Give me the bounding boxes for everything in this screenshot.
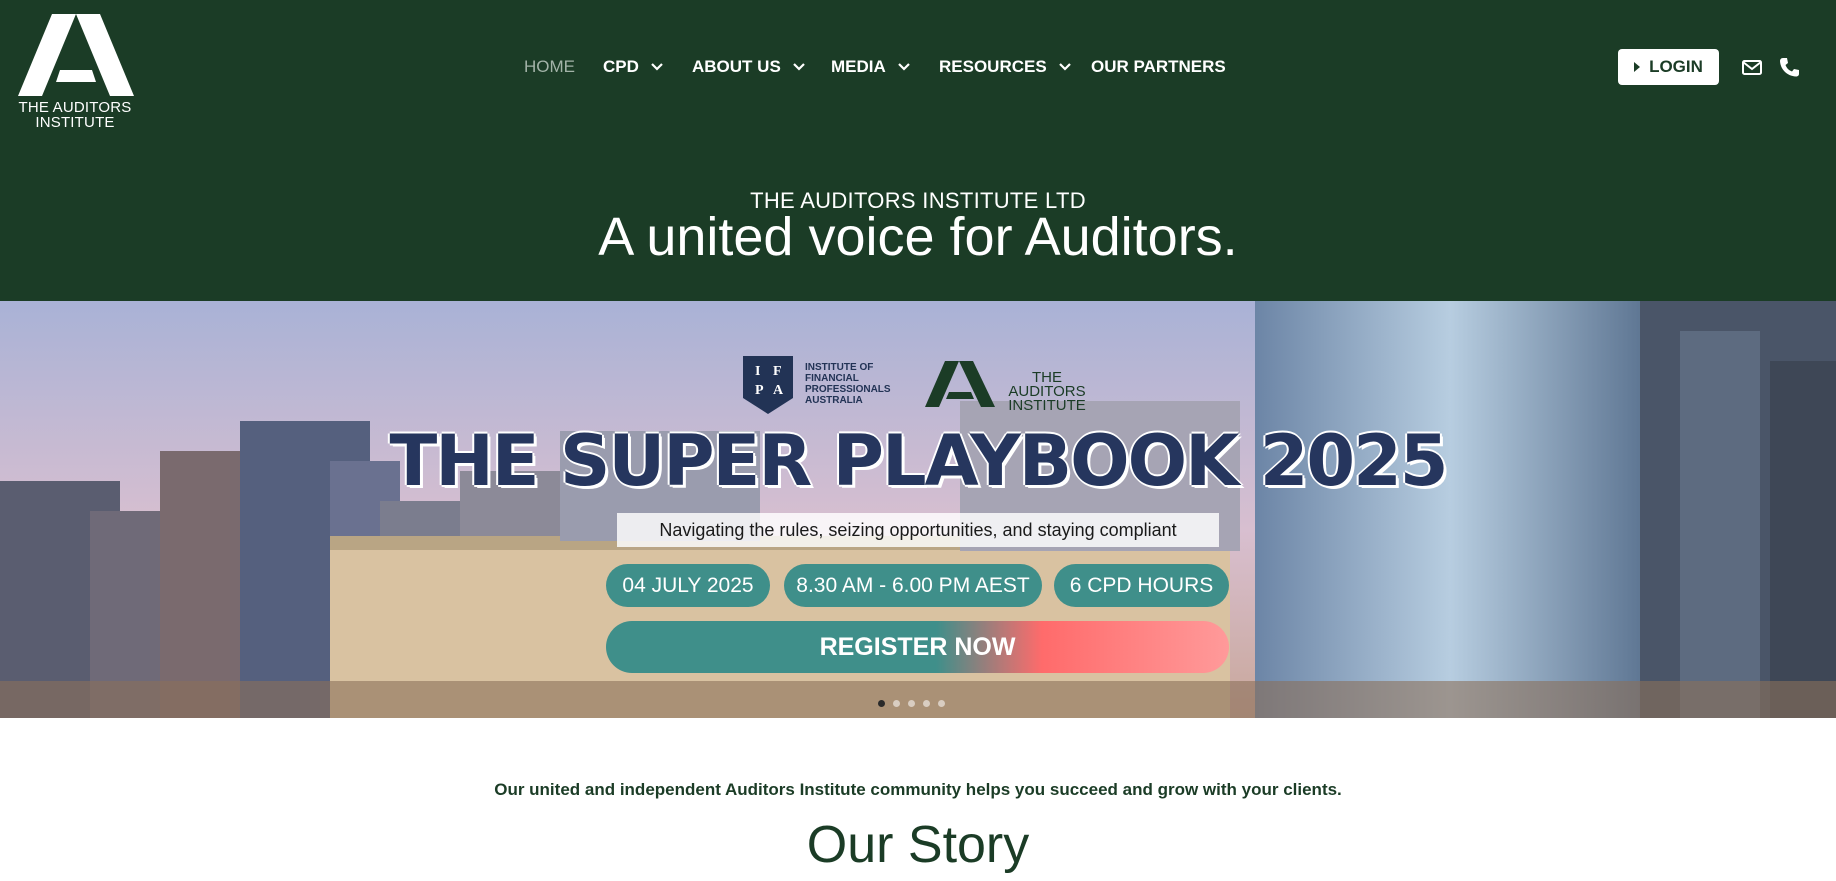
login-label: LOGIN bbox=[1649, 57, 1703, 76]
event-subtitle: Navigating the rules, seizing opportunit… bbox=[617, 513, 1219, 547]
ifpa-letter-f: F bbox=[773, 364, 782, 379]
nav-resources-label: RESOURCES bbox=[939, 57, 1047, 76]
chevron-down-icon bbox=[651, 63, 663, 71]
nav-cpd-label: CPD bbox=[603, 57, 639, 76]
ifpa-letter-p: P bbox=[755, 383, 764, 398]
hero-slider[interactable]: I F P A INSTITUTE OF FINANCIAL PROFESSIO… bbox=[0, 301, 1836, 718]
phone-icon[interactable] bbox=[1778, 56, 1800, 78]
nav-resources[interactable]: RESOURCES bbox=[939, 52, 1071, 82]
ifpa-letter-a: A bbox=[773, 383, 784, 398]
svg-text:F: F bbox=[773, 364, 782, 379]
slide-dot[interactable] bbox=[938, 700, 945, 707]
event-date-badge: 04 JULY 2025 bbox=[606, 564, 770, 607]
ifpa-letter-i: I bbox=[755, 364, 760, 379]
nav-cpd[interactable]: CPD bbox=[603, 52, 663, 82]
ifpa-logo-text: INSTITUTE OF FINANCIAL PROFESSIONALS AUS… bbox=[805, 362, 891, 406]
slide-dot[interactable] bbox=[893, 700, 900, 707]
event-title: THE SUPER PLAYBOOK 2025 bbox=[389, 420, 1448, 502]
register-now-button[interactable]: REGISTER NOW bbox=[606, 621, 1229, 673]
caret-right-icon bbox=[1634, 62, 1641, 72]
partner-logo-text: THE AUDITORS INSTITUTE bbox=[1008, 369, 1086, 414]
svg-text:I: I bbox=[755, 364, 760, 379]
svg-text:A: A bbox=[773, 383, 784, 398]
nav-our-partners-label: OUR PARTNERS bbox=[1091, 57, 1226, 76]
svg-text:P: P bbox=[755, 383, 764, 398]
event-time-badge: 8.30 AM - 6.00 PM AEST bbox=[784, 564, 1042, 607]
slider-pagination bbox=[878, 700, 945, 707]
nav-our-partners[interactable]: OUR PARTNERS bbox=[1091, 52, 1226, 82]
cpd-hours-badge: 6 CPD HOURS bbox=[1054, 564, 1229, 607]
slide-dot[interactable] bbox=[923, 700, 930, 707]
intro-text: Our united and independent Auditors Inst… bbox=[494, 780, 1342, 799]
nav-home[interactable]: HOME bbox=[524, 52, 575, 82]
nav-media-label: MEDIA bbox=[831, 57, 886, 76]
section-heading-our-story: Our Story bbox=[806, 816, 1030, 874]
nav-media[interactable]: MEDIA bbox=[831, 52, 910, 82]
chevron-down-icon bbox=[793, 63, 805, 71]
slide-dot[interactable] bbox=[908, 700, 915, 707]
chevron-down-icon bbox=[898, 63, 910, 71]
nav-about-us-label: ABOUT US bbox=[692, 57, 781, 76]
page-tagline: A united voice for Auditors. bbox=[598, 207, 1238, 267]
nav-home-label: HOME bbox=[524, 57, 575, 76]
auditors-institute-logo-mark bbox=[18, 14, 134, 96]
slide-dot[interactable] bbox=[878, 700, 885, 707]
login-button[interactable]: LOGIN bbox=[1618, 49, 1719, 85]
envelope-icon[interactable] bbox=[1741, 56, 1763, 78]
chevron-down-icon bbox=[1058, 63, 1071, 71]
nav-about-us[interactable]: ABOUT US bbox=[692, 52, 805, 82]
auditors-institute-partner-logo bbox=[925, 361, 995, 407]
site-logo[interactable]: THE AUDITORS INSTITUTE bbox=[10, 4, 144, 130]
logo-text: THE AUDITORS INSTITUTE bbox=[18, 99, 132, 131]
